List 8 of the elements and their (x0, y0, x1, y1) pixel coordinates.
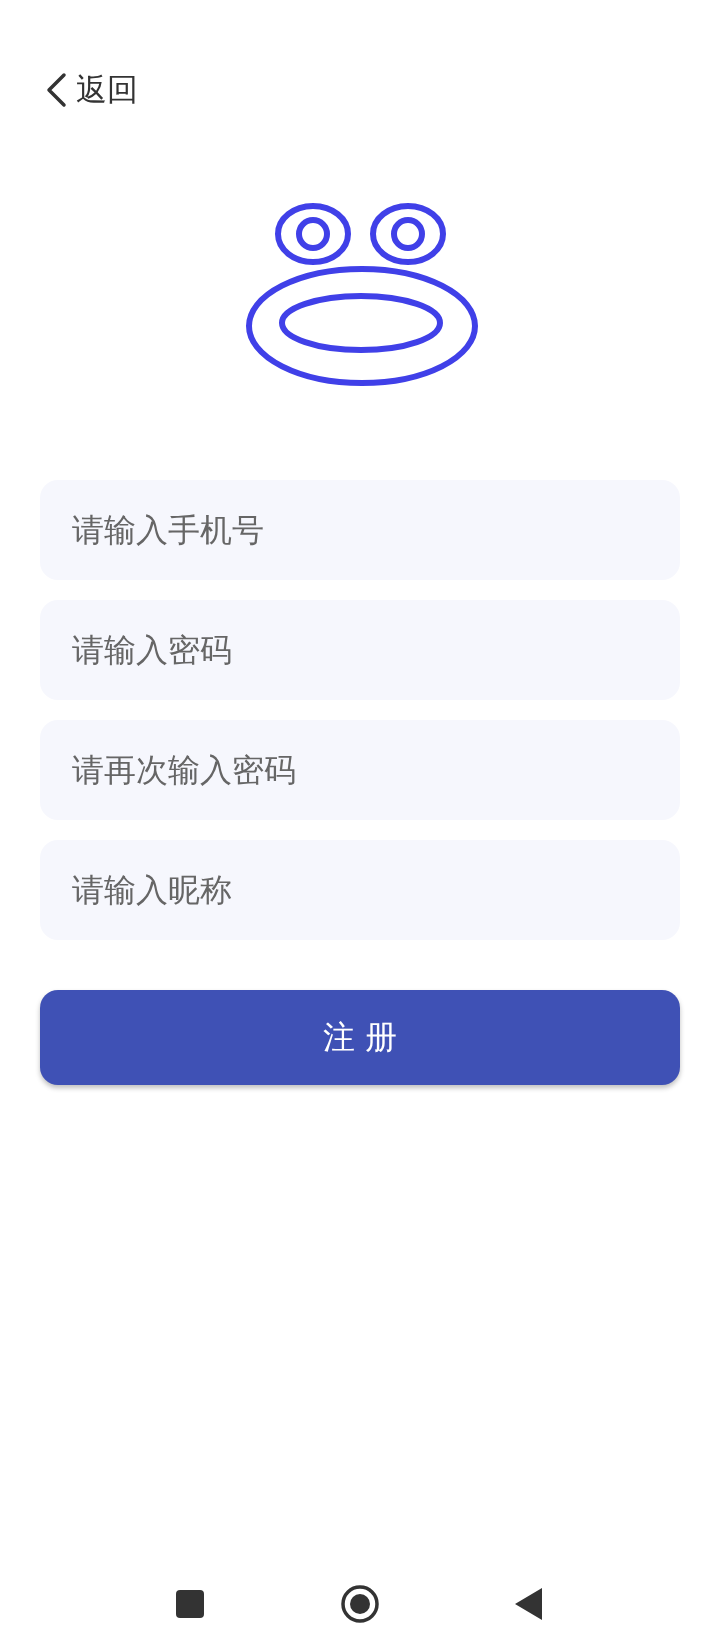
input-field[interactable]: 请再次输入密码 (40, 720, 680, 820)
input-field[interactable]: 请输入昵称 (40, 840, 680, 940)
register-button[interactable]: 注 册 (40, 990, 680, 1085)
home-icon[interactable] (340, 1584, 380, 1624)
input-field[interactable]: 请输入手机号 (40, 480, 680, 580)
frog-face-logo-icon (244, 200, 480, 388)
back-button[interactable]: 返回 (44, 68, 138, 112)
input-field[interactable]: 请输入密码 (40, 600, 680, 700)
